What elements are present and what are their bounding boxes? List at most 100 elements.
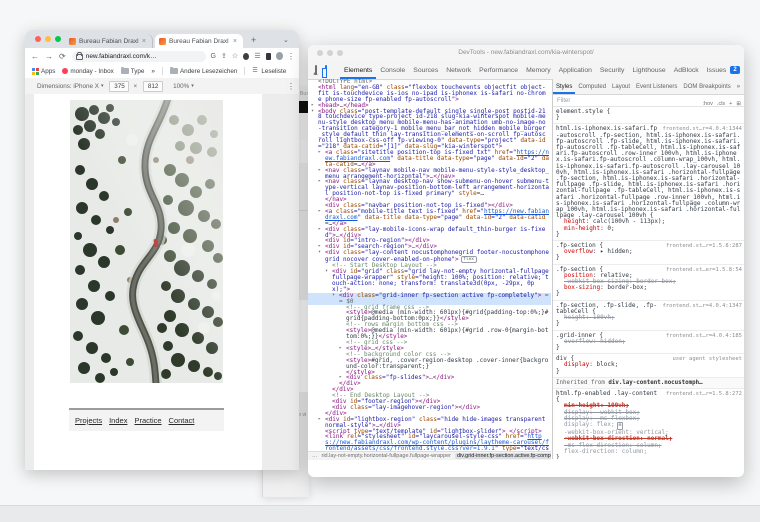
share-icon[interactable]: ⇪ [221, 52, 227, 60]
disclosure-collapsed-icon[interactable]: ▸ [318, 150, 321, 156]
devtools-tab-network[interactable]: Network [442, 62, 475, 79]
devtools-tab-security[interactable]: Security [596, 62, 629, 79]
devtools-tab-issues[interactable]: Issues [703, 62, 731, 79]
style-rule[interactable]: element.style {} [553, 107, 744, 124]
devtools-tab-adblock[interactable]: AdBlock [670, 62, 703, 79]
inspect-element-icon[interactable] [315, 65, 317, 75]
translate-icon[interactable]: G [211, 53, 216, 60]
bookmark-item[interactable]: Andere Lesezeichen [170, 68, 237, 75]
bookmark-item[interactable]: ☰Leseliste [252, 68, 286, 75]
close-tab-icon[interactable]: × [142, 38, 148, 45]
device-width-input[interactable]: 375 [109, 81, 129, 92]
extension-badge[interactable]: 2 [730, 66, 739, 74]
disclosure-collapsed-icon[interactable]: ▸ [318, 417, 321, 423]
minimize-window-button[interactable] [45, 36, 51, 42]
styles-filter-input[interactable]: Filter [557, 98, 703, 104]
disclosure-collapsed-icon[interactable]: ▸ [318, 227, 321, 233]
dom-node[interactable]: ▾<body class="post-template-default sing… [308, 109, 551, 150]
stylesheet-source-link[interactable]: frontend.st…r=1.5.8:272 [666, 391, 742, 397]
devtools-tab-memory[interactable]: Memory [522, 62, 555, 79]
back-icon[interactable]: ← [31, 52, 39, 61]
style-rule[interactable]: frontend.st…r=4.0.4:1344html.is-iphonex.… [553, 124, 744, 241]
sidebar-tab-layout[interactable]: Layout [609, 80, 633, 94]
sidebar-tab-event-listeners[interactable]: Event Listeners [633, 80, 680, 94]
style-rule[interactable]: frontend.st…r=1.5.8:287.fp-section {over… [553, 241, 744, 265]
stylesheet-source-link[interactable]: user agent stylesheet [672, 356, 742, 362]
bookmark-star-icon[interactable]: ☆ [232, 52, 238, 60]
style-rule[interactable]: frontend.st…er=1.5.8:54.fp-section {posi… [553, 265, 744, 301]
dom-node[interactable]: ▾<div id="grid" class="grid lay-not-empt… [308, 269, 551, 293]
disclosure-collapsed-icon[interactable]: ▸ [318, 209, 321, 215]
close-window-button[interactable] [35, 36, 41, 42]
disclosure-collapsed-icon[interactable]: ▸ [318, 179, 321, 185]
device-toolbar-toggle-icon[interactable] [325, 65, 327, 76]
extension-pin-icon[interactable] [266, 53, 271, 60]
devtools-tab-console[interactable]: Console [376, 62, 409, 79]
dom-node[interactable]: <style>#grid, .cover-region-desktop .cov… [308, 358, 551, 370]
dom-node[interactable]: ▸<nav class="laynav desktop-nav show-sub… [308, 179, 551, 197]
style-rule[interactable]: frontend.st…r=4.0.4:185.grid-inner {over… [553, 331, 744, 355]
styles-toggle[interactable]: + [729, 101, 732, 107]
close-tab-icon[interactable]: × [233, 38, 239, 45]
zoom-window-button[interactable] [55, 36, 61, 42]
reload-icon[interactable]: ⟳ [59, 52, 66, 61]
new-tab-button[interactable]: + [251, 36, 256, 45]
browser-tab-active[interactable]: Bureau Fabian Draxl – × [155, 34, 243, 48]
disclosure-expanded-icon[interactable]: ▾ [332, 293, 335, 299]
bookmark-item[interactable]: monday - Inbox [62, 68, 113, 75]
breadcrumb-item[interactable]: rid.lay-not-empty.horizontal-fullpage.fu… [322, 453, 452, 459]
url-bar[interactable]: new.fabiandraxl.com/k… [72, 51, 206, 62]
styles-rules[interactable]: element.style {}frontend.st…r=4.0.4:1344… [553, 107, 744, 459]
dom-node[interactable]: <html lang="en-GB" class="flexbox touche… [308, 85, 551, 103]
dom-node[interactable]: <style>@media (min-width: 601px){#grid .… [308, 328, 551, 340]
dom-node[interactable]: <link rel="stylesheet" id="laycarousel-s… [308, 434, 551, 451]
folder-icon [121, 68, 129, 74]
bookmark-item[interactable]: Type [121, 68, 145, 75]
styles-toggle[interactable]: :hov [703, 101, 713, 107]
tab-overview-icon[interactable]: ⌄ [283, 36, 289, 44]
sidebar-tab-styles[interactable]: Styles [553, 80, 575, 94]
forward-icon[interactable]: → [45, 52, 53, 61]
page-nav-link[interactable]: Contact [169, 416, 195, 425]
device-dimensions-select[interactable]: Dimensions: iPhone X [37, 83, 99, 90]
page-nav-link[interactable]: Projects [75, 416, 102, 425]
sidebar-tab-computed[interactable]: Computed [575, 80, 609, 94]
styles-toggle[interactable]: ⊞ [736, 101, 741, 107]
disclosure-expanded-icon[interactable]: ▾ [311, 109, 314, 115]
browser-tab[interactable]: Bureau Fabian Draxl – × [65, 34, 153, 48]
devtools-tab-performance[interactable]: Performance [475, 62, 522, 79]
device-toolbar-menu-icon[interactable]: ⋮ [287, 82, 295, 91]
page-nav-link[interactable]: Index [109, 416, 127, 425]
url-text[interactable]: new.fabiandraxl.com/k… [86, 53, 202, 60]
extension-list-icon[interactable]: ☰ [254, 53, 260, 60]
page-nav-link[interactable]: Practice [134, 416, 161, 425]
styles-toggle[interactable]: .cls [717, 101, 725, 107]
profile-avatar[interactable] [276, 52, 283, 60]
dom-node[interactable]: ▸<a class="mobile-title text is-fixed" h… [308, 209, 551, 227]
device-height-input[interactable]: 812 [143, 81, 163, 92]
elements-tree[interactable]: <!DOCTYPE html><html lang="en-GB" class=… [308, 79, 551, 451]
extension-icon[interactable] [243, 53, 249, 60]
disclosure-expanded-icon[interactable]: ▾ [325, 269, 328, 275]
disclosure-collapsed-icon[interactable]: ▸ [318, 168, 321, 174]
bookmark-item[interactable]: Apps [32, 68, 55, 75]
stylesheet-source-link[interactable]: frontend.st…r=4.0.4:185 [666, 333, 742, 339]
breadcrumb-item[interactable]: … [312, 453, 318, 459]
dom-node[interactable]: ▸<a class="sitetitle position-top is-fix… [308, 150, 551, 168]
device-zoom-select[interactable]: 100% [173, 83, 189, 90]
stylesheet-source-link[interactable]: frontend.st…r=1.5.8:287 [666, 243, 742, 249]
devtools-tab-application[interactable]: Application [555, 62, 596, 79]
breadcrumb-item[interactable]: div.grid-inner.fp-section.active.fp-comp… [455, 453, 551, 459]
stylesheet-source-link[interactable]: frontend.st…er=1.5.8:54 [666, 267, 742, 273]
stylesheet-source-link[interactable]: frontend.st…r=4.0.4:1347 [663, 303, 742, 309]
style-rule[interactable]: frontend.st…r=1.5.8:272html.fp-enabled .… [553, 389, 744, 459]
style-rule[interactable]: user agent stylesheetdiv {display: block… [553, 354, 744, 378]
disclosure-expanded-icon[interactable]: ▾ [318, 250, 321, 256]
devtools-tab-sources[interactable]: Sources [409, 62, 442, 79]
selected-dom-node[interactable]: ▾<div class="grid-inner fp-section activ… [308, 293, 551, 305]
devtools-tab-lighthouse[interactable]: Lighthouse [628, 62, 669, 79]
style-rule[interactable]: frontend.st…r=4.0.4:1347.fp-section, .fp… [553, 301, 744, 331]
bookmark-item[interactable]: » [151, 68, 155, 75]
devtools-tab-elements[interactable]: Elements [340, 62, 376, 79]
browser-menu-icon[interactable]: ⋮ [287, 52, 295, 61]
